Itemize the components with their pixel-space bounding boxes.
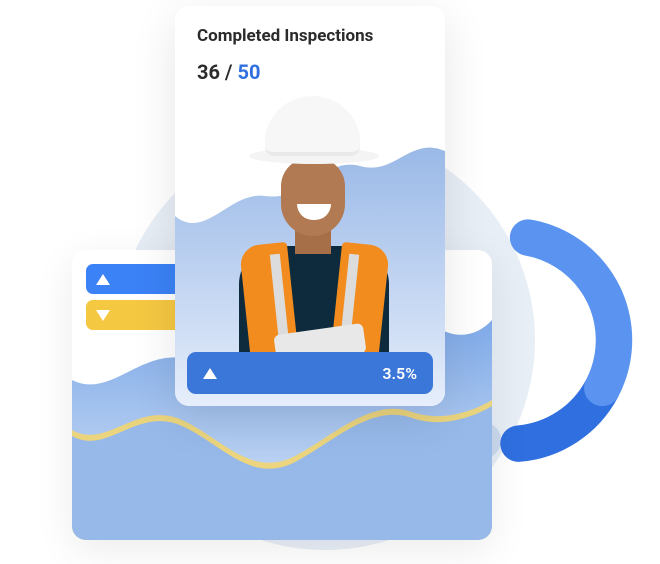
metric-percentage: 3.5% xyxy=(382,364,417,383)
total-value: 50 xyxy=(238,60,261,84)
triangle-down-icon xyxy=(96,310,110,321)
card-title: Completed Inspections xyxy=(175,6,445,56)
worker-photo xyxy=(215,102,410,357)
inspection-count: 36 / 50 xyxy=(175,56,445,94)
triangle-up-icon xyxy=(203,368,217,379)
completed-value: 36 xyxy=(197,60,220,84)
count-separator: / xyxy=(220,60,238,84)
inspections-card: Completed Inspections 36 / 50 3.5% xyxy=(175,6,445,406)
triangle-up-icon xyxy=(96,274,110,285)
metric-bar: 3.5% xyxy=(187,352,433,394)
